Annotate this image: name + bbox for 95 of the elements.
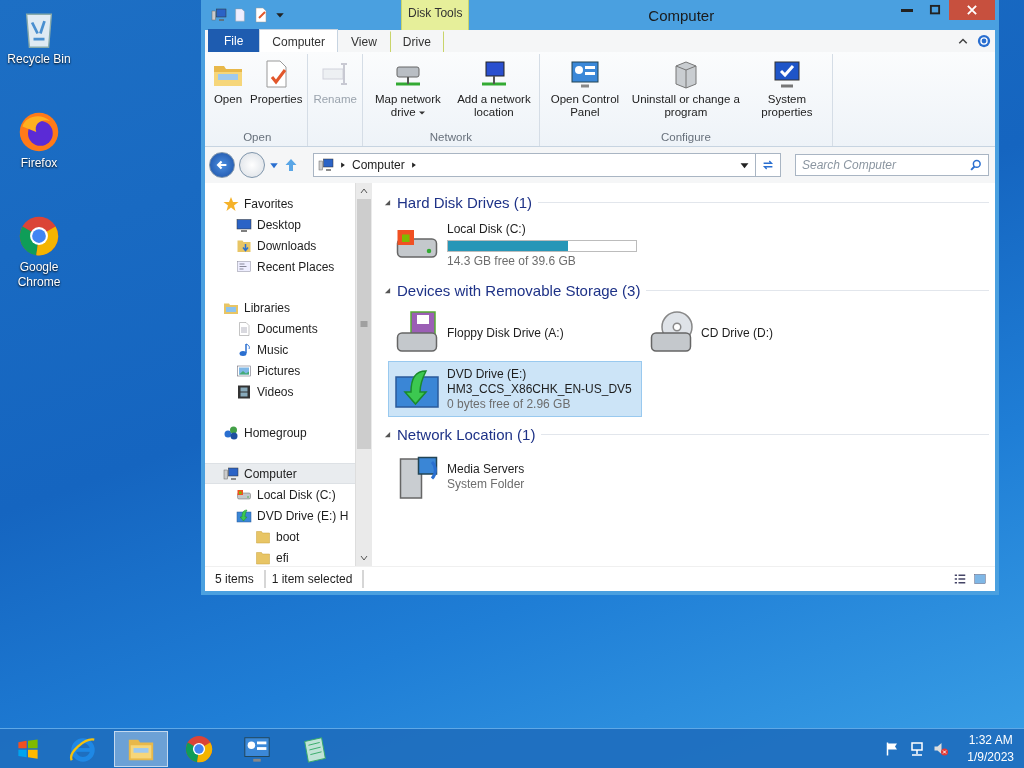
- ribbon-button[interactable]: Properties: [247, 54, 306, 106]
- speaker-muted-icon[interactable]: [933, 740, 950, 757]
- nav-pane-item[interactable]: Local Disk (C:): [205, 484, 355, 505]
- collapse-triangle-icon[interactable]: [384, 286, 391, 294]
- computer-icon[interactable]: [211, 7, 227, 23]
- nav-pane-item[interactable]: Computer: [205, 463, 355, 484]
- ribbon-button[interactable]: Map network drive: [364, 54, 451, 119]
- search-icon[interactable]: [970, 159, 982, 171]
- blank-document-icon[interactable]: [233, 7, 247, 23]
- minimize-icon: [901, 8, 913, 12]
- refresh-icon[interactable]: [761, 158, 775, 172]
- drive-tile[interactable]: CD Drive (D:): [642, 305, 896, 361]
- nav-pane-item[interactable]: Downloads: [205, 235, 355, 256]
- ribbon-group-label: Open: [242, 131, 273, 145]
- recent-places-icon: [236, 258, 252, 275]
- group-header[interactable]: Network Location (1): [397, 425, 536, 443]
- drive-tile[interactable]: Media Servers System Folder: [388, 449, 642, 505]
- close-icon: [966, 4, 978, 16]
- desktop-icon-label[interactable]: Firefox: [20, 156, 58, 171]
- document-edit-icon[interactable]: [253, 7, 269, 23]
- chevron-icon: [340, 161, 346, 169]
- ribbon-button[interactable]: Add a network location: [450, 54, 537, 119]
- scroll-down-icon[interactable]: [360, 554, 368, 562]
- collapse-triangle-icon[interactable]: [384, 430, 391, 438]
- chrome-icon: [184, 733, 214, 764]
- nav-pane-item[interactable]: DVD Drive (E:) H: [205, 505, 355, 526]
- dvd-drive-icon: [236, 507, 252, 524]
- breadcrumb[interactable]: Computer: [352, 158, 405, 172]
- drive-tile[interactable]: Floppy Disk Drive (A:): [388, 305, 642, 361]
- chevron-icon: [410, 161, 417, 169]
- forward-button[interactable]: [239, 152, 265, 178]
- nav-pane-item[interactable]: Favorites: [205, 193, 355, 214]
- nav-pane-item[interactable]: Music: [205, 339, 355, 360]
- nav-pane-item[interactable]: Desktop: [205, 214, 355, 235]
- nav-pane-item[interactable]: Homegroup: [205, 422, 355, 443]
- desktop-icon-label[interactable]: Google Chrome: [1, 260, 77, 290]
- chrome-icon[interactable]: [17, 214, 61, 258]
- ribbon-tab[interactable]: View: [338, 31, 390, 52]
- control-panel-icon: [568, 58, 601, 90]
- left-arrow-icon: [215, 158, 229, 172]
- file-menu-button[interactable]: File: [208, 29, 260, 52]
- details-view-icon[interactable]: [953, 573, 967, 585]
- maximize-icon: [929, 4, 941, 16]
- scrollbar[interactable]: [355, 183, 372, 566]
- windows-logo-icon: [17, 737, 39, 760]
- folder-icon: [255, 528, 271, 545]
- film-icon: [236, 383, 252, 400]
- search-field[interactable]: Search Computer: [795, 154, 989, 176]
- ribbon-group-label: Network: [428, 131, 473, 145]
- address-bar[interactable]: Computer: [313, 153, 781, 177]
- ribbon-button[interactable]: System properties: [743, 54, 830, 119]
- status-text: 1 item selected: [265, 570, 365, 588]
- nav-pane-item[interactable]: Recent Places: [205, 256, 355, 277]
- help-icon[interactable]: [977, 34, 991, 48]
- picture-icon: [236, 362, 252, 379]
- ribbon-group-label: Configure: [659, 131, 712, 145]
- dropdown-arrow-icon[interactable]: [740, 160, 749, 170]
- music-note-icon: [236, 341, 252, 358]
- dropdown-arrow-icon[interactable]: [275, 10, 285, 20]
- ribbon-tab[interactable]: Computer: [259, 29, 339, 52]
- status-text: 5 items: [209, 570, 266, 588]
- nav-pane-item[interactable]: boot: [205, 526, 355, 547]
- document-icon: [236, 320, 252, 337]
- ribbon-button[interactable]: Open Control Panel: [541, 54, 628, 119]
- window-title: Computer: [647, 6, 716, 24]
- nav-pane-item[interactable]: Documents: [205, 318, 355, 339]
- computer-icon: [318, 157, 334, 173]
- close-button[interactable]: [949, 0, 995, 20]
- drive-tile[interactable]: Local Disk (C:) 14.3 GB free of 39.6 GB: [388, 217, 642, 273]
- nav-pane-item[interactable]: Pictures: [205, 360, 355, 381]
- taskbar-app-button[interactable]: [114, 730, 168, 767]
- clock-date[interactable]: 1/9/2023: [967, 748, 1014, 766]
- ribbon-button[interactable]: Open: [209, 54, 247, 106]
- folder-icon: [255, 549, 271, 566]
- group-header[interactable]: Devices with Removable Storage (3): [397, 281, 641, 299]
- firefox-icon[interactable]: [17, 110, 61, 154]
- group-header[interactable]: Hard Disk Drives (1): [397, 193, 532, 211]
- drive-tile[interactable]: DVD Drive (E:) HM3_CCS_X86CHK_EN-US_DV5 0 bytes free of 2.96 GB: [388, 361, 642, 417]
- collapse-triangle-icon[interactable]: [384, 198, 391, 206]
- contextual-tab-group-label: Disk Tools: [401, 0, 470, 31]
- network-icon[interactable]: [909, 740, 926, 757]
- nav-pane-item[interactable]: efi: [205, 547, 355, 566]
- grip-icon: [360, 320, 368, 328]
- scroll-up-icon[interactable]: [360, 187, 368, 195]
- clock-time[interactable]: 1:32 AM: [968, 731, 1013, 749]
- monitor-icon: [236, 216, 252, 233]
- ribbon-button[interactable]: Uninstall or change a program: [627, 54, 744, 119]
- back-button[interactable]: [209, 152, 235, 178]
- nav-pane-item[interactable]: Videos: [205, 381, 355, 402]
- tiles-view-icon[interactable]: [973, 573, 987, 585]
- homegroup-icon: [223, 424, 239, 441]
- nav-pane-item[interactable]: Libraries: [205, 297, 355, 318]
- star-icon: [223, 195, 239, 212]
- computer-icon: [223, 465, 239, 482]
- desktop-icon-label[interactable]: Recycle Bin: [7, 52, 71, 67]
